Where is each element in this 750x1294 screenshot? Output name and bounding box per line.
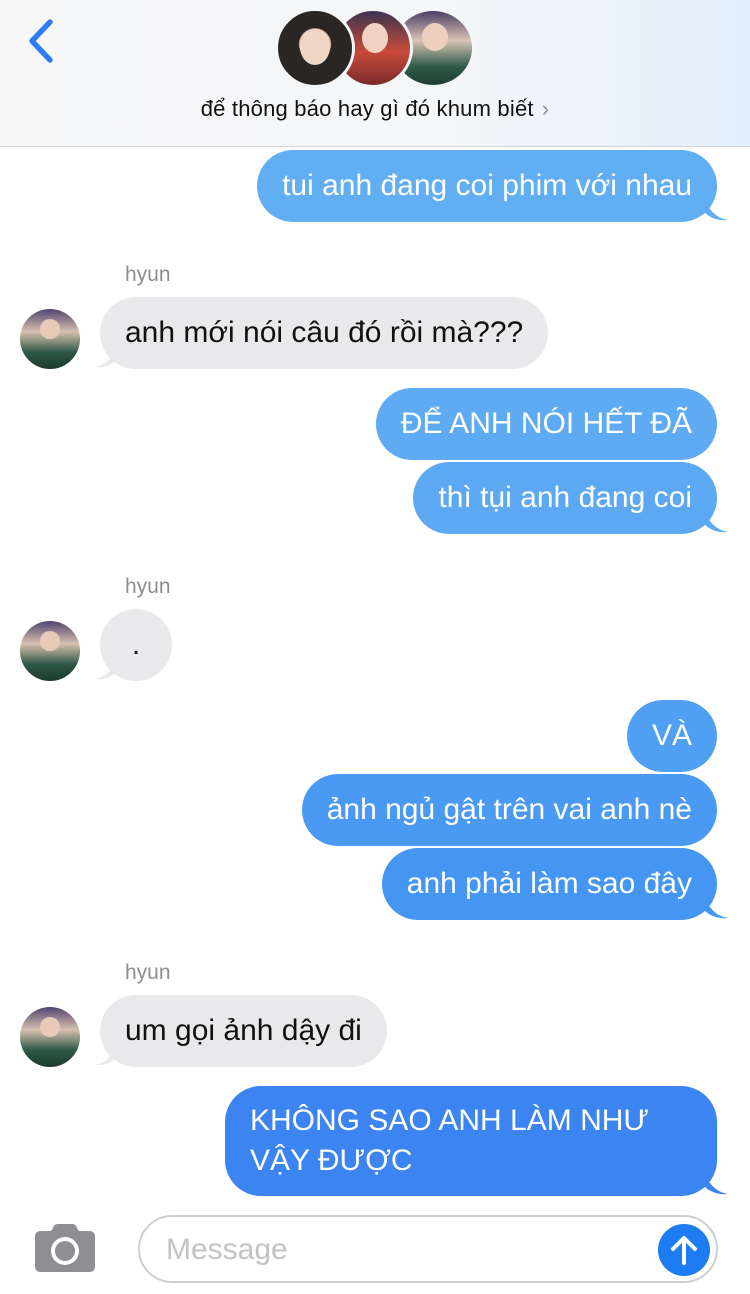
message-input[interactable]: [166, 1227, 646, 1273]
sender-name: hyun: [125, 961, 171, 984]
outgoing-message[interactable]: thì tụi anh đang coi: [413, 462, 717, 534]
bubble-tail: [704, 894, 728, 919]
outgoing-message[interactable]: ảnh ngủ gật trên vai anh nè: [301, 774, 717, 846]
outgoing-message[interactable]: anh phải làm sao đây: [381, 848, 717, 920]
message-text: ảnh ngủ gật trên vai anh nè: [326, 793, 692, 826]
back-button[interactable]: [18, 14, 62, 68]
sender-avatar[interactable]: [20, 621, 80, 681]
conversation-header: để thông báo hay gì đó khum biết ›: [0, 0, 750, 147]
bubble-tail: [704, 508, 728, 533]
sender-name: hyun: [125, 575, 171, 598]
outgoing-message[interactable]: ĐỂ ANH NÓI HẾT ĐÃ: [375, 388, 717, 460]
send-button[interactable]: [658, 1224, 710, 1276]
bubble-tail: [94, 1041, 118, 1066]
message-text: anh mới nói câu đó rồi mà???: [125, 316, 524, 349]
message-input-container: [138, 1215, 718, 1283]
message-text: VÀ: [651, 719, 692, 752]
bubble-tail: [94, 343, 118, 368]
incoming-message[interactable]: anh mới nói câu đó rồi mà???: [100, 297, 549, 369]
message-text: tui anh đang coi phim với nhau: [282, 169, 692, 202]
message-text: anh phải làm sao đây: [406, 867, 692, 900]
message-text: .: [131, 628, 141, 661]
avatar: [275, 8, 355, 88]
bubble-tail: [704, 1170, 728, 1195]
sender-avatar[interactable]: [20, 309, 80, 369]
message-text: thì tụi anh đang coi: [438, 481, 692, 514]
messages-screen: để thông báo hay gì đó khum biết › tui an…: [0, 0, 750, 1294]
group-name-button[interactable]: để thông báo hay gì đó khum biết ›: [0, 96, 750, 122]
message-text: um gọi ảnh dậy đi: [125, 1014, 362, 1047]
bubble-tail: [704, 196, 728, 221]
chevron-right-icon: ›: [541, 96, 550, 121]
chevron-left-icon: [29, 19, 53, 63]
message-text: KHÔNG SAO ANH LÀM NHƯ VẬY ĐƯỢC: [250, 1104, 650, 1177]
group-avatars[interactable]: [275, 8, 475, 90]
outgoing-message[interactable]: tui anh đang coi phim với nhau: [257, 150, 717, 222]
message-text: ĐỂ ANH NÓI HẾT ĐÃ: [400, 407, 692, 440]
camera-button[interactable]: [33, 1222, 97, 1274]
arrow-up-icon: [671, 1236, 697, 1265]
bubble-tail: [94, 655, 118, 680]
sender-name: hyun: [125, 263, 171, 286]
outgoing-message[interactable]: VÀ: [626, 700, 717, 772]
outgoing-message[interactable]: KHÔNG SAO ANH LÀM NHƯ VẬY ĐƯỢC: [225, 1086, 717, 1196]
group-name: để thông báo hay gì đó khum biết: [200, 96, 534, 121]
sender-avatar[interactable]: [20, 1007, 80, 1067]
incoming-message[interactable]: um gọi ảnh dậy đi: [100, 995, 387, 1067]
camera-icon: [35, 1224, 95, 1272]
